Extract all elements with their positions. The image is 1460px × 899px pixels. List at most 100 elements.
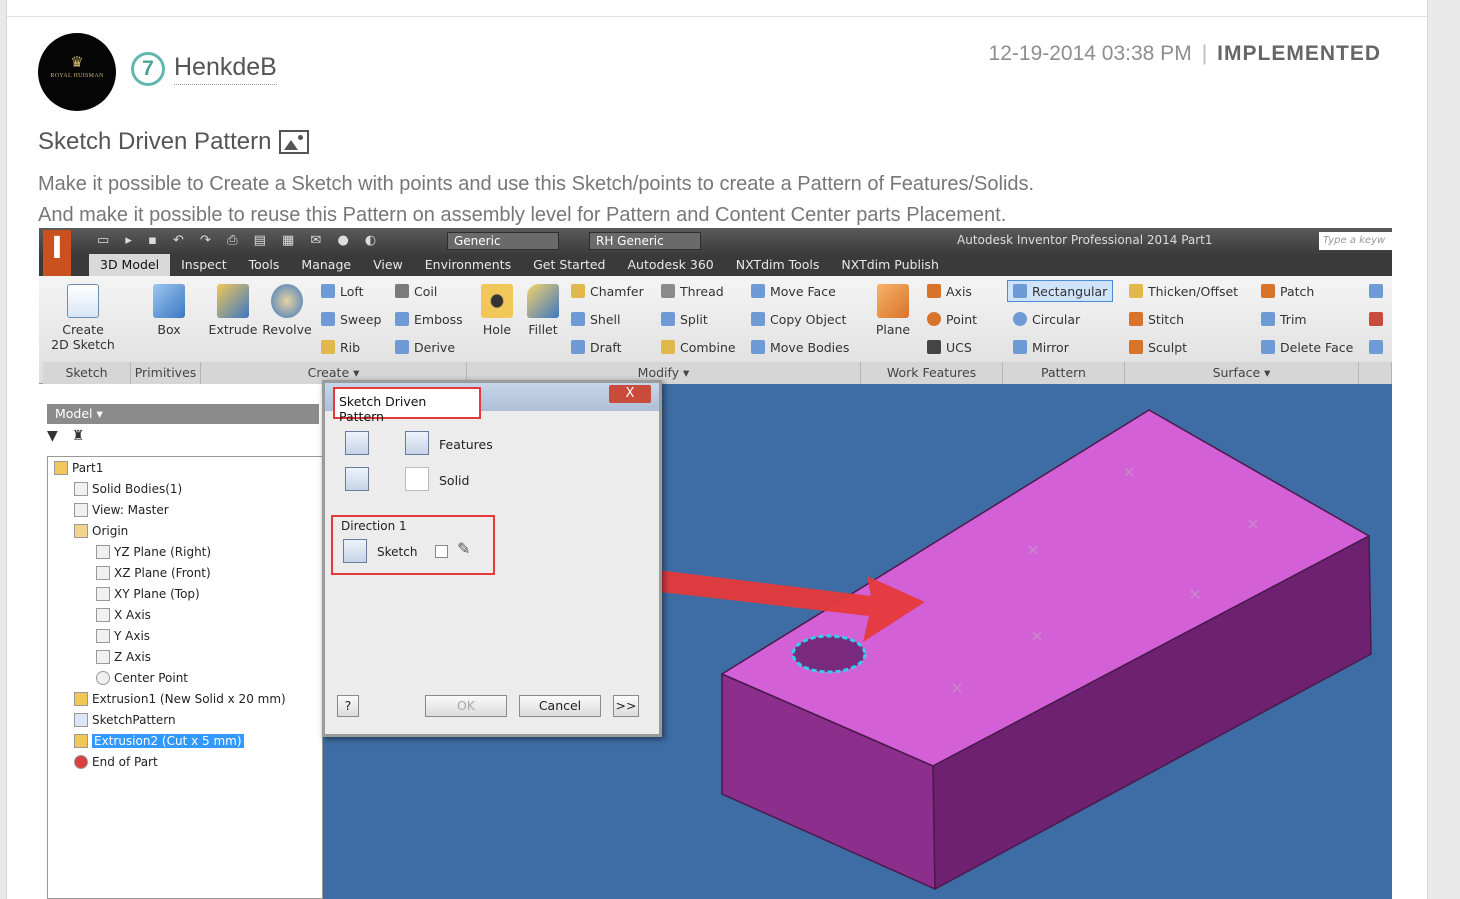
sketch-checkbox[interactable] — [435, 545, 448, 558]
plane-button[interactable]: Plane — [871, 284, 915, 337]
chamfer-button[interactable]: Chamfer — [571, 284, 644, 299]
tree-item-solid-bodies[interactable]: Solid Bodies(1) — [74, 482, 182, 496]
avatar[interactable]: ♛ ROYAL HUISMAN — [38, 33, 116, 111]
tab-view[interactable]: View — [362, 254, 414, 276]
hole-button[interactable]: Hole — [475, 284, 519, 337]
tree-item-view-master[interactable]: View: Master — [74, 503, 169, 517]
tab-manage[interactable]: Manage — [290, 254, 362, 276]
features-label: Features — [439, 437, 493, 452]
loft-button[interactable]: Loft — [321, 284, 363, 299]
point-button[interactable]: Point — [927, 312, 977, 327]
thread-button[interactable]: Thread — [661, 284, 724, 299]
stitch-icon — [1129, 312, 1143, 326]
tree-item-z-axis[interactable]: Z Axis — [96, 650, 151, 664]
features-mode-button[interactable] — [345, 431, 369, 455]
rib-button[interactable]: Rib — [321, 340, 360, 355]
tree-item-yz-plane[interactable]: YZ Plane (Right) — [96, 545, 211, 559]
tab-nxtdim-tools[interactable]: NXTdim Tools — [725, 254, 831, 276]
create-2d-sketch-button[interactable]: Create 2D Sketch — [51, 284, 115, 352]
cancel-button[interactable]: Cancel — [519, 695, 601, 717]
delete-face-button[interactable]: Delete Face — [1261, 340, 1353, 355]
axis-button[interactable]: Axis — [927, 284, 972, 299]
solid-select-icon[interactable] — [405, 467, 429, 491]
tree-item-part1[interactable]: Part1 — [54, 461, 103, 475]
tab-autodesk-360[interactable]: Autodesk 360 — [617, 254, 725, 276]
sweep-button[interactable]: Sweep — [321, 312, 381, 327]
tree-item-xy-plane[interactable]: XY Plane (Top) — [96, 587, 200, 601]
group-surface[interactable]: Surface ▾ — [1125, 362, 1359, 384]
ucs-button[interactable]: UCS — [927, 340, 972, 355]
tree-item-extrusion1[interactable]: Extrusion1 (New Solid x 20 mm) — [74, 692, 286, 706]
find-icon[interactable]: ♜ — [72, 428, 99, 444]
sketch-select-button[interactable] — [343, 539, 367, 563]
more-button[interactable]: >> — [613, 695, 639, 717]
search-input[interactable]: Type a keyw — [1319, 232, 1392, 250]
tab-get-started[interactable]: Get Started — [522, 254, 616, 276]
tree-label: XY Plane (Top) — [114, 587, 200, 601]
inventor-logo[interactable]: I — [43, 230, 71, 276]
dialog-title: Sketch Driven Pattern — [333, 387, 481, 424]
split-button[interactable]: Split — [661, 312, 708, 327]
copy-object-button[interactable]: Copy Object — [751, 312, 846, 327]
extrusion-icon — [74, 692, 88, 706]
coil-button[interactable]: Coil — [395, 284, 437, 299]
derive-button[interactable]: Derive — [395, 340, 455, 355]
move-face-button[interactable]: Move Face — [751, 284, 836, 299]
trim-icon — [1261, 312, 1275, 326]
shell-button[interactable]: Shell — [571, 312, 621, 327]
extra-tool-3[interactable] — [1369, 340, 1388, 355]
mirror-button[interactable]: Mirror — [1013, 340, 1069, 355]
box-button[interactable]: Box — [143, 284, 195, 337]
close-button[interactable]: X — [609, 385, 651, 403]
material-combo[interactable]: Generic — [447, 232, 559, 250]
tree-item-end-of-part[interactable]: End of Part — [74, 755, 158, 769]
emboss-button[interactable]: Emboss — [395, 312, 463, 327]
circular-pattern-button[interactable]: Circular — [1013, 312, 1080, 327]
tree-item-origin[interactable]: Origin — [74, 524, 128, 538]
author-link[interactable]: HenkdeB — [174, 53, 277, 85]
flip-direction-icon[interactable]: ✎ — [457, 539, 470, 558]
tree-label: YZ Plane (Right) — [114, 545, 212, 559]
stitch-button[interactable]: Stitch — [1129, 312, 1184, 327]
post-date: 12-19-2014 03:38 PM — [988, 42, 1192, 65]
stitch-label: Stitch — [1148, 312, 1185, 327]
extrude-button[interactable]: Extrude — [207, 284, 259, 337]
fillet-button[interactable]: Fillet — [521, 284, 565, 337]
description-line-1: Make it possible to Create a Sketch with… — [38, 173, 1035, 195]
move-bodies-button[interactable]: Move Bodies — [751, 340, 849, 355]
tree-item-extrusion2[interactable]: Extrusion2 (Cut x 5 mm) — [74, 734, 244, 748]
draft-button[interactable]: Draft — [571, 340, 622, 355]
box-icon — [153, 284, 185, 318]
tab-nxtdim-publish[interactable]: NXTdim Publish — [830, 254, 949, 276]
browser-header[interactable]: Model ▾ — [47, 404, 319, 424]
chamfer-label: Chamfer — [590, 284, 644, 299]
trim-button[interactable]: Trim — [1261, 312, 1307, 327]
ok-button[interactable]: OK — [425, 695, 507, 717]
solid-mode-button[interactable] — [345, 467, 369, 491]
tree-item-sketch-pattern[interactable]: SketchPattern — [74, 713, 176, 727]
thicken-offset-button[interactable]: Thicken/Offset — [1129, 284, 1238, 299]
tree-item-center-point[interactable]: Center Point — [96, 671, 188, 685]
patch-button[interactable]: Patch — [1261, 284, 1314, 299]
features-select-icon[interactable] — [405, 431, 429, 455]
tab-inspect[interactable]: Inspect — [170, 254, 238, 276]
extra-tool-2[interactable] — [1369, 312, 1388, 327]
plane-icon — [877, 284, 909, 318]
tree-item-x-axis[interactable]: X Axis — [96, 608, 151, 622]
extra-tool-1[interactable] — [1369, 284, 1388, 299]
sculpt-button[interactable]: Sculpt — [1129, 340, 1187, 355]
tree-item-y-axis[interactable]: Y Axis — [96, 629, 150, 643]
appearance-combo[interactable]: RH Generic — [589, 232, 701, 250]
help-button[interactable]: ? — [337, 695, 359, 717]
rectangular-pattern-button[interactable]: Rectangular — [1013, 284, 1107, 299]
revolve-button[interactable]: Revolve — [261, 284, 313, 337]
tab-environments[interactable]: Environments — [414, 254, 522, 276]
mirror-icon — [1013, 340, 1027, 354]
point-icon — [96, 671, 110, 685]
tree-item-xz-plane[interactable]: XZ Plane (Front) — [96, 566, 211, 580]
filter-icon[interactable]: ▼ — [47, 428, 72, 444]
post-title-text: Sketch Driven Pattern — [38, 128, 272, 155]
tab-tools[interactable]: Tools — [238, 254, 291, 276]
combine-button[interactable]: Combine — [661, 340, 736, 355]
tab-3d-model[interactable]: 3D Model — [89, 254, 171, 276]
